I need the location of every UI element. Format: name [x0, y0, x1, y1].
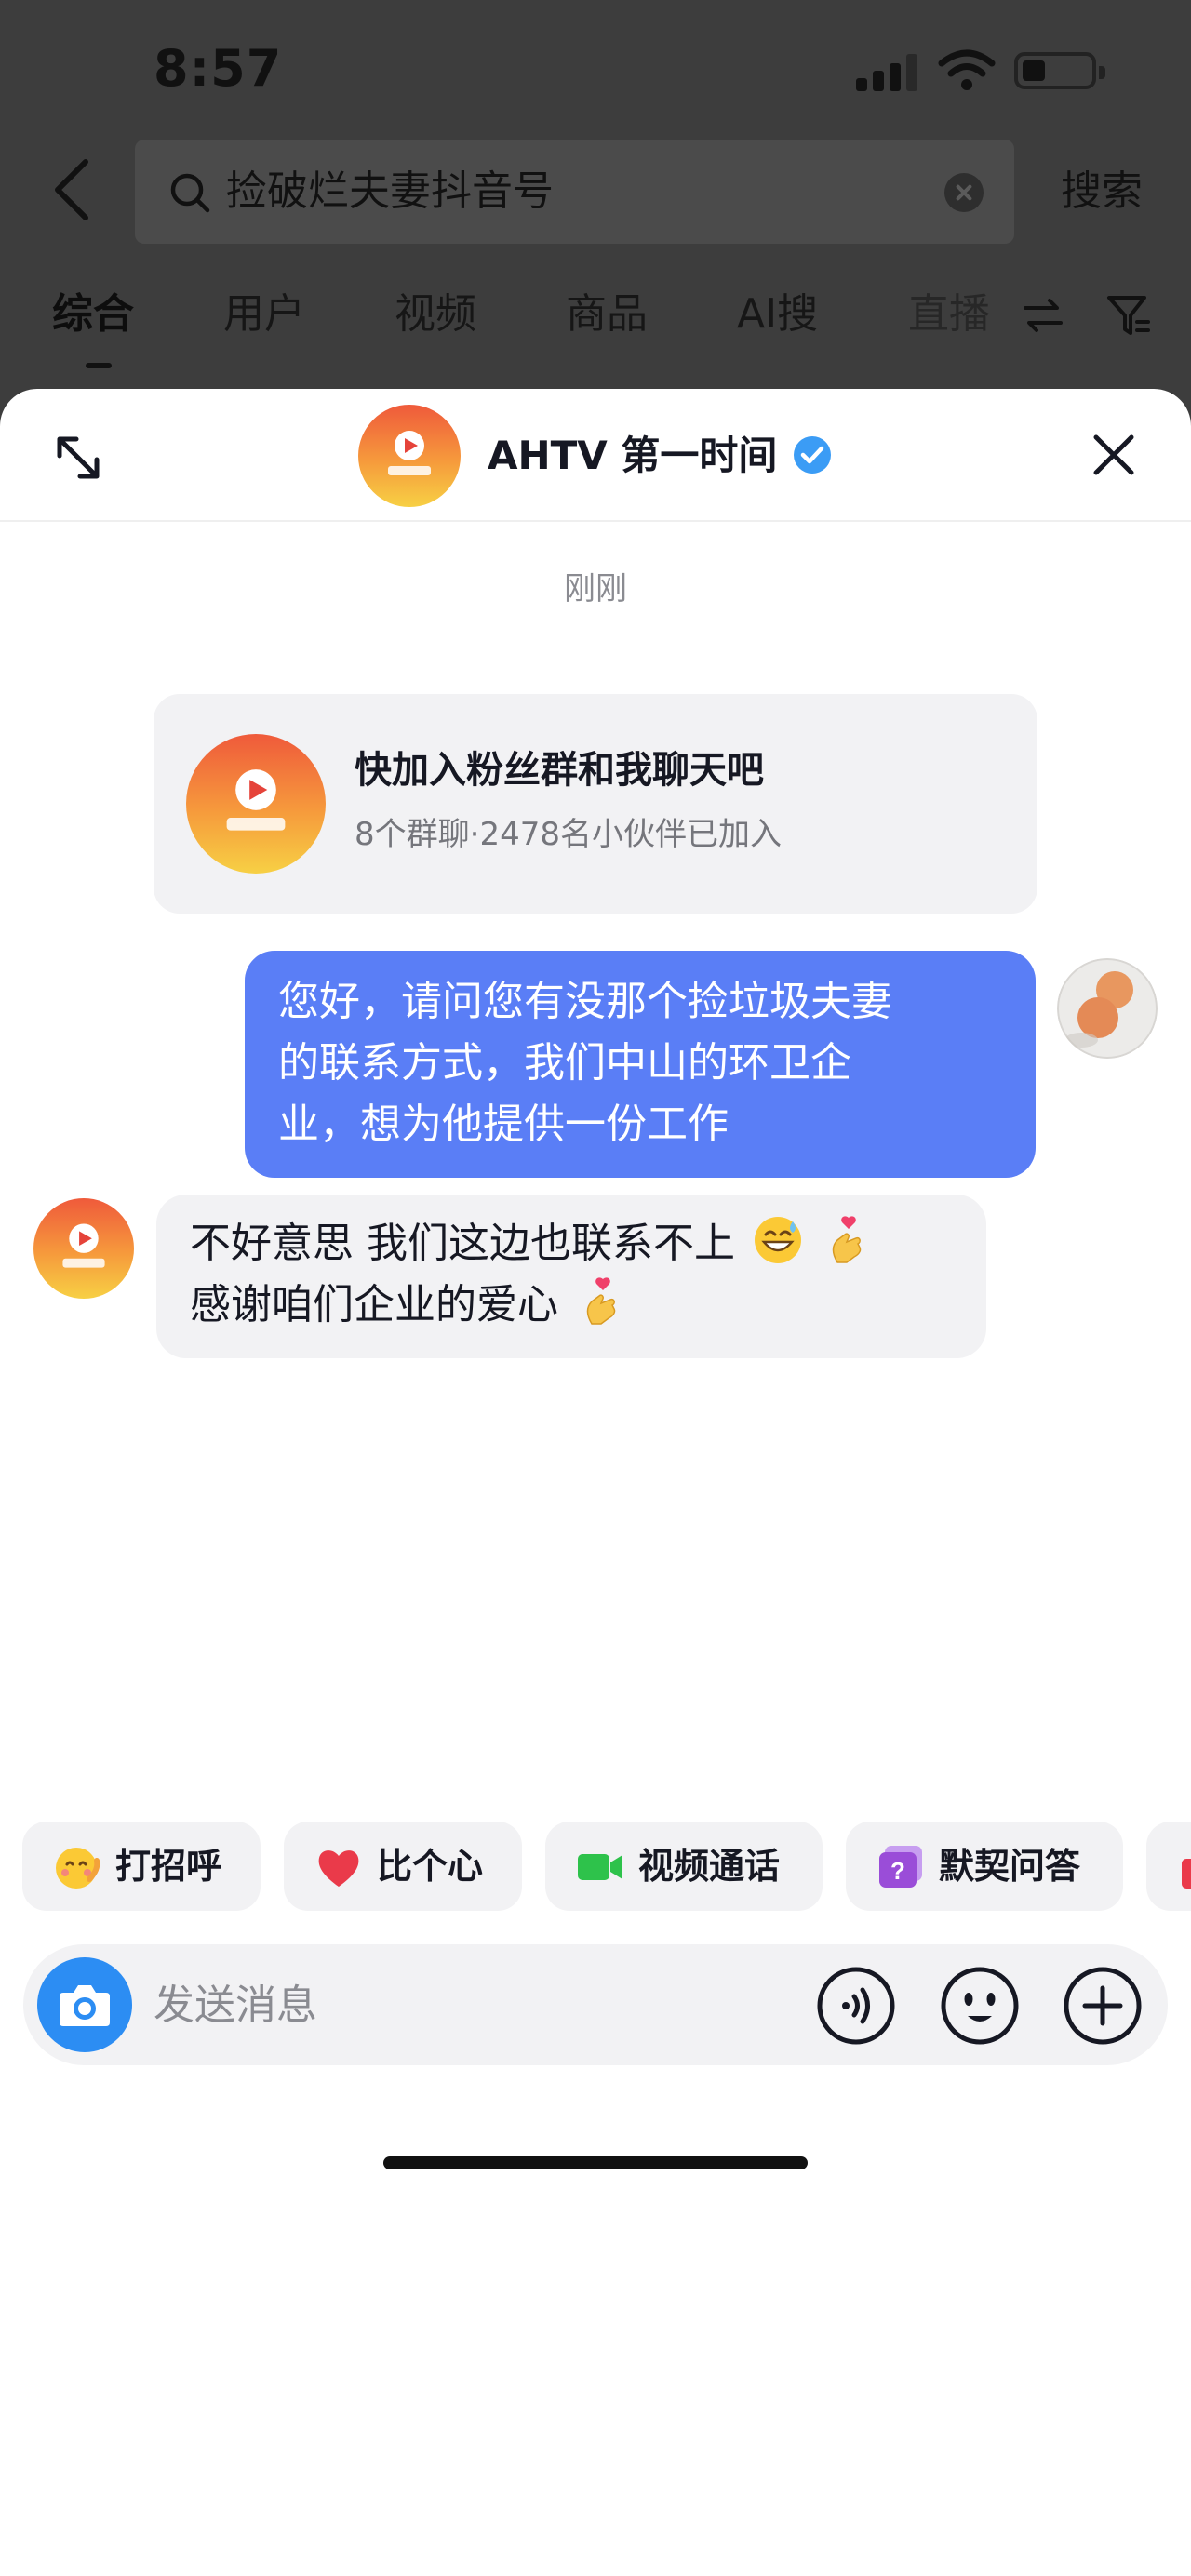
verified-badge-icon — [794, 436, 831, 474]
status-bar: 8:57 — [0, 0, 1191, 140]
tab-videos[interactable]: 视频 — [395, 288, 476, 340]
search-box[interactable]: 捡破烂夫妻抖音号 — [135, 140, 1014, 244]
incoming-message[interactable]: 不好意思 我们这边也联系不上 感谢咱们企业的爱心 — [156, 1195, 986, 1358]
tab-live[interactable]: 直播 — [908, 288, 990, 340]
camera-icon — [60, 1985, 110, 2026]
quick-action-say-hi[interactable]: 打招呼 — [22, 1822, 261, 1911]
message-line: 感谢咱们企业的爱心 — [190, 1281, 558, 1328]
gift-icon — [1182, 1859, 1191, 1889]
camera-button[interactable] — [37, 1957, 132, 2052]
active-tab-indicator — [86, 363, 112, 368]
message-line: 不好意思 我们这边也联系不上 — [190, 1220, 735, 1267]
tab-ai-search[interactable]: AI搜 — [737, 288, 818, 340]
message-line-row: 不好意思 我们这边也联系不上 — [190, 1213, 953, 1275]
search-query[interactable]: 捡破烂夫妻抖音号 — [226, 166, 554, 218]
message-composer — [23, 1944, 1168, 2065]
grinning-sweat-emoji-icon — [755, 1217, 801, 1263]
emoji-picker-icon[interactable] — [940, 1966, 1020, 2046]
search-tabs: 综合 用户 视频 商品 AI搜 直播 — [0, 279, 1191, 381]
quick-action-video-call[interactable]: 视频通话 — [545, 1822, 823, 1911]
expand-icon[interactable] — [52, 432, 104, 484]
search-submit-button[interactable]: 搜索 — [1061, 166, 1143, 218]
wifi-icon — [938, 49, 996, 90]
home-indicator — [383, 2156, 808, 2169]
heart-icon — [318, 1850, 359, 1887]
question-box-icon: ? — [879, 1846, 922, 1888]
swap-arrows-icon[interactable] — [1022, 294, 1064, 337]
message-line-row: 感谢咱们企业的爱心 — [190, 1275, 953, 1336]
fan-group-subtitle: 8个群聊·2478名小伙伴已加入 — [355, 816, 782, 853]
message-line: 的联系方式，我们中山的环卫企 — [278, 1039, 851, 1087]
voice-input-icon[interactable] — [816, 1966, 896, 2046]
plus-icon[interactable] — [1063, 1966, 1143, 2046]
quick-action-more[interactable] — [1146, 1822, 1191, 1911]
finger-heart-icon — [586, 1277, 616, 1325]
clear-search-icon[interactable] — [944, 173, 984, 212]
quick-actions-bar: 打招呼 比个心 视频通话 ? 默契问答 — [0, 1822, 1191, 1915]
sender-avatar[interactable] — [33, 1198, 134, 1299]
cellular-signal-icon — [856, 54, 917, 91]
chat-header: AHTV 第一时间 — [0, 389, 1191, 522]
user-avatar[interactable] — [1057, 958, 1158, 1059]
quick-action-quiz[interactable]: ? 默契问答 — [846, 1822, 1123, 1911]
message-input[interactable] — [154, 1972, 712, 2037]
wave-face-icon — [56, 1848, 100, 1889]
close-icon[interactable] — [1089, 430, 1139, 480]
fan-group-card[interactable]: 快加入粉丝群和我聊天吧 8个群聊·2478名小伙伴已加入 — [154, 694, 1037, 914]
tab-users[interactable]: 用户 — [223, 288, 305, 340]
channel-avatar[interactable] — [358, 405, 461, 507]
quick-action-label: 打招呼 — [115, 1846, 222, 1887]
quick-action-heart[interactable]: 比个心 — [284, 1822, 522, 1911]
svg-text:?: ? — [890, 1857, 905, 1885]
video-camera-icon — [578, 1854, 622, 1880]
finger-heart-icon — [832, 1216, 862, 1263]
status-time: 8:57 — [154, 39, 283, 98]
chat-sheet: AHTV 第一时间 刚刚 快加入粉丝群和我聊天吧 8个群聊·2478名小伙伴已加… — [0, 389, 1191, 2576]
search-icon — [170, 173, 210, 213]
fan-group-avatar — [186, 734, 326, 874]
chat-title: AHTV 第一时间 — [488, 433, 778, 478]
quick-action-label: 比个心 — [377, 1846, 484, 1887]
message-line: 业，想为他提供一份工作 — [278, 1101, 729, 1148]
battery-icon — [1014, 52, 1105, 89]
tab-all[interactable]: 综合 — [52, 288, 134, 340]
tab-products[interactable]: 商品 — [566, 288, 648, 340]
fan-group-title: 快加入粉丝群和我聊天吧 — [355, 749, 764, 792]
back-arrow-icon[interactable] — [45, 156, 104, 223]
outgoing-message[interactable]: 您好，请问您有没那个捡垃圾夫妻 的联系方式，我们中山的环卫企 业，想为他提供一份… — [245, 951, 1036, 1178]
filter-icon[interactable] — [1105, 292, 1152, 339]
quick-action-label: 默契问答 — [939, 1846, 1081, 1887]
quick-action-label: 视频通话 — [638, 1846, 781, 1887]
message-line: 您好，请问您有没那个捡垃圾夫妻 — [278, 978, 892, 1025]
message-timestamp: 刚刚 — [564, 570, 627, 607]
